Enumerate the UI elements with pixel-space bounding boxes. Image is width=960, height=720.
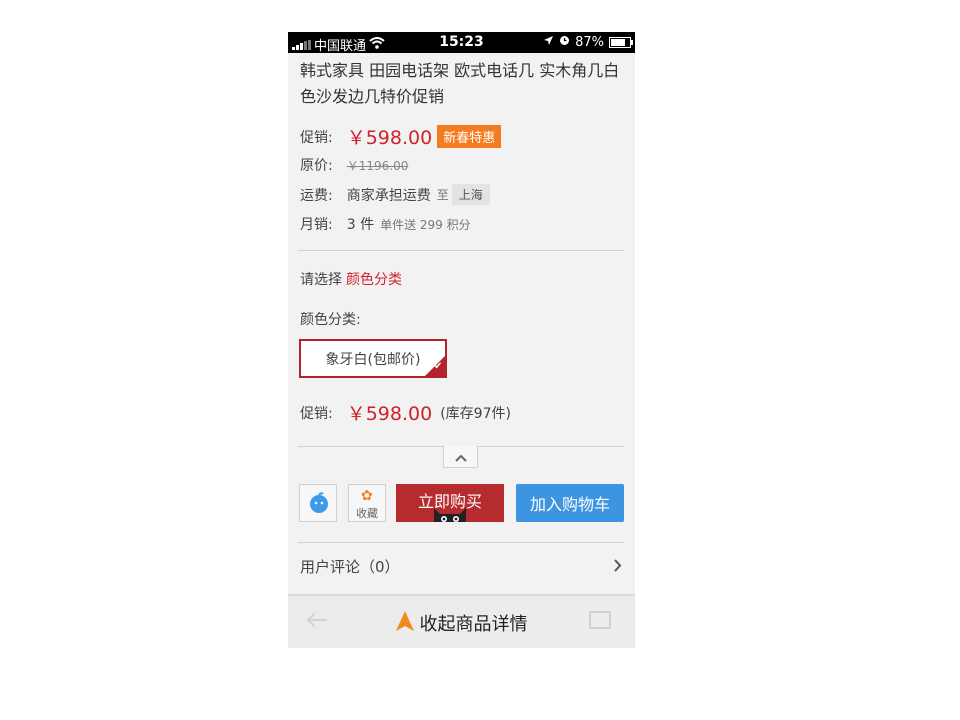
original-price: ￥1196.00: [346, 158, 409, 173]
reviews-row[interactable]: 用户评论（0）: [300, 556, 622, 577]
promo-price: ￥598.00: [346, 127, 433, 149]
star-icon: ✿: [361, 488, 373, 504]
color-option-label: 象牙白(包邮价): [325, 351, 421, 368]
selected-price-row: 促销: ￥598.00 (库存97件): [300, 399, 511, 426]
shipping-text: 商家承担运费: [346, 187, 431, 204]
monthly-sales-row: 月销: 3 件 单件送 299 积分: [300, 214, 471, 234]
wangwang-chat-button[interactable]: [299, 484, 337, 522]
favorite-label: 收藏: [356, 507, 378, 520]
location-arrow-icon: [543, 35, 554, 50]
selected-price: ￥598.00: [346, 403, 433, 425]
shipping-to: 至: [436, 188, 449, 202]
status-bar: 中国联通 15:23 87%: [288, 32, 635, 54]
color-option-ivory[interactable]: 象牙白(包邮价) ✔: [299, 339, 447, 378]
chevron-up-icon: [454, 447, 467, 466]
bottom-bar: 收起商品详情: [288, 594, 635, 648]
original-price-row: 原价: ￥1196.00: [300, 155, 408, 175]
add-to-cart-button[interactable]: 加入购物车: [516, 484, 624, 522]
monthly-count: 3 件: [346, 217, 375, 233]
promo-label: 促销:: [300, 129, 333, 146]
buy-now-button[interactable]: 立即购买: [396, 484, 504, 522]
chevron-right-icon: [614, 558, 622, 576]
favorite-button[interactable]: ✿ 收藏: [348, 484, 386, 522]
up-arrow-icon: [395, 610, 414, 636]
monthly-label: 月销:: [300, 217, 333, 233]
monthly-points: 单件送 299 积分: [380, 217, 471, 232]
shipping-row: 运费: 商家承担运费 至 上海: [300, 184, 490, 205]
color-label: 颜色分类:: [300, 312, 361, 328]
select-prompt[interactable]: 请选择 颜色分类: [300, 269, 402, 289]
promo-badge: 新春特惠: [437, 125, 502, 148]
original-label: 原价:: [300, 158, 333, 174]
collapse-details-label: 收起商品详情: [419, 614, 528, 635]
select-prompt-highlight: 颜色分类: [346, 272, 402, 288]
selected-price-label: 促销:: [300, 405, 333, 422]
shipping-city[interactable]: 上海: [451, 184, 490, 205]
phone-screen: 中国联通 15:23 87% 韩式家具 田园电话架 欧式电话几 实木角几白色沙发…: [288, 32, 635, 648]
shipping-label: 运费:: [300, 187, 333, 204]
tmall-cat-icon: [432, 504, 468, 522]
chat-bubble-icon: [308, 492, 330, 518]
reviews-label: 用户评论（0）: [300, 558, 400, 576]
divider: [298, 542, 624, 543]
divider: [298, 250, 624, 251]
collapse-options-button[interactable]: [443, 446, 478, 468]
battery-icon: [609, 37, 633, 48]
battery-percent: 87%: [575, 35, 604, 50]
stock-text: (库存97件): [440, 405, 511, 422]
select-prompt-text: 请选择: [300, 272, 342, 288]
product-title: 韩式家具 田园电话架 欧式电话几 实木角几白色沙发边几特价促销: [300, 61, 620, 106]
share-icon[interactable]: [588, 610, 612, 634]
alarm-icon: [559, 35, 570, 50]
check-icon: ✔: [425, 356, 445, 376]
promo-price-row: 促销: ￥598.00 新春特惠: [300, 123, 502, 150]
collapse-details-button[interactable]: 收起商品详情: [288, 610, 635, 636]
status-right: 87%: [543, 35, 633, 50]
